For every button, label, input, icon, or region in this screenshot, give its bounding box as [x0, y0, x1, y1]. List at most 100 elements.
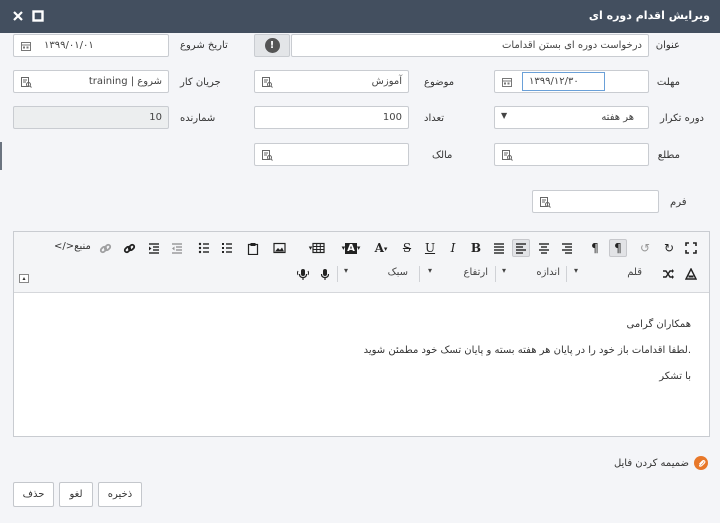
- maximize-icon[interactable]: [30, 8, 46, 24]
- align-center-icon[interactable]: [535, 239, 553, 257]
- italic-icon[interactable]: I: [444, 239, 462, 257]
- start-date-value: ۱۳۹۹/۰۱/۰۱: [44, 40, 94, 51]
- ltr-paragraph-icon[interactable]: ¶: [586, 239, 604, 257]
- editor-line: با تشکر: [659, 371, 691, 382]
- close-icon[interactable]: [10, 8, 26, 24]
- start-date-label: تاریخ شروع: [180, 40, 228, 51]
- editor-line: لطفا اقدامات باز خود را در پایان هر هفته…: [363, 345, 691, 356]
- redo-icon[interactable]: ↻: [660, 239, 678, 257]
- shuffle-icon[interactable]: [659, 265, 677, 283]
- divider: [419, 266, 420, 282]
- workflow-value: training | شروع: [88, 76, 162, 87]
- lookup-icon[interactable]: [261, 149, 273, 161]
- subject-value: آموزش: [371, 76, 402, 87]
- special-char-icon[interactable]: [682, 265, 700, 283]
- deadline-input[interactable]: ۱۳۹۹/۱۲/۳۰: [494, 70, 649, 93]
- paperclip-icon: [694, 456, 708, 470]
- code-icon: </>: [54, 241, 75, 252]
- bullet-list-icon[interactable]: [195, 239, 213, 257]
- voice-recognition-icon[interactable]: [294, 265, 312, 283]
- align-right-icon[interactable]: [558, 239, 576, 257]
- repeat-label: دوره تکرار: [660, 113, 704, 124]
- image-icon[interactable]: [270, 239, 288, 257]
- font-color-icon[interactable]: A ▾: [372, 239, 390, 257]
- form-input[interactable]: [532, 190, 659, 213]
- font-select[interactable]: ▾ قلم: [574, 265, 642, 283]
- owner-input[interactable]: [254, 143, 409, 166]
- lookup-icon[interactable]: [539, 196, 551, 208]
- underline-icon[interactable]: U: [421, 239, 439, 257]
- info-button[interactable]: !: [254, 34, 290, 57]
- highlight-color-icon[interactable]: ▾ A ▾: [336, 239, 366, 257]
- info-icon: !: [264, 38, 280, 53]
- rich-text-editor[interactable]: ↻ ↺ ¶ ¶ B I U S A ▾ ▾ A ▾ ▾ </>منبع ▾ قل…: [13, 231, 710, 437]
- calendar-icon[interactable]: [501, 76, 513, 88]
- calendar-icon[interactable]: [20, 40, 32, 52]
- side-handle: [0, 142, 2, 170]
- lookup-icon[interactable]: [20, 76, 32, 88]
- deadline-label: مهلت: [656, 77, 680, 88]
- divider: [495, 266, 496, 282]
- attach-file-label: ضمیمه کردن فایل: [613, 457, 689, 469]
- dropdown-caret-icon: ▾: [428, 266, 433, 275]
- subject-input[interactable]: آموزش: [254, 70, 409, 93]
- attach-file-link[interactable]: ضمیمه کردن فایل: [614, 456, 708, 470]
- count-input[interactable]: 100: [254, 106, 409, 129]
- owner-label: مالک: [432, 150, 453, 161]
- lookup-icon[interactable]: [261, 76, 273, 88]
- indent-icon[interactable]: [145, 239, 163, 257]
- deadline-focus: ۱۳۹۹/۱۲/۳۰: [522, 72, 605, 91]
- microphone-icon[interactable]: [316, 265, 334, 283]
- justify-icon[interactable]: [490, 239, 508, 257]
- edit-periodic-action-dialog: ویرایش اقدام دوره ای عنوان درخواست دوره …: [0, 0, 720, 523]
- workflow-label: جریان کار: [180, 77, 221, 88]
- delete-button[interactable]: حذف: [13, 482, 54, 507]
- repeat-value: هر هفته: [601, 112, 634, 123]
- counter-label: شمارنده: [180, 113, 216, 124]
- dropdown-caret-icon: ▼: [501, 111, 508, 120]
- paste-icon[interactable]: [244, 239, 262, 257]
- source-label: منبع: [74, 241, 91, 252]
- rtl-paragraph-icon[interactable]: ¶: [609, 239, 627, 257]
- undo-icon[interactable]: ↺: [636, 239, 654, 257]
- bold-icon[interactable]: B: [467, 239, 485, 257]
- fullscreen-icon[interactable]: [682, 239, 700, 257]
- height-select[interactable]: ▾ ارتفاع: [428, 265, 488, 283]
- count-label: تعداد: [424, 113, 445, 124]
- strikethrough-icon[interactable]: S: [398, 239, 416, 257]
- source-button[interactable]: </>منبع: [54, 241, 91, 252]
- repeat-select[interactable]: هر هفته ▼: [494, 106, 649, 129]
- subject-label: موضوع: [424, 77, 455, 88]
- form-label: فرم: [670, 197, 687, 208]
- start-date-input[interactable]: ۱۳۹۹/۰۱/۰۱: [13, 34, 169, 57]
- title-label: عنوان: [655, 40, 680, 51]
- deadline-value: ۱۳۹۹/۱۲/۳۰: [529, 76, 579, 87]
- lookup-icon[interactable]: [501, 149, 513, 161]
- dialog-title: ویرایش اقدام دوره ای: [588, 9, 710, 22]
- save-button[interactable]: ذخیره: [98, 482, 142, 507]
- size-select[interactable]: ▾ اندازه: [502, 265, 560, 283]
- table-icon[interactable]: ▾: [304, 239, 330, 257]
- dropdown-caret-icon: ▾: [502, 266, 507, 275]
- align-left-icon[interactable]: [512, 239, 530, 257]
- title-value: درخواست دوره ای بستن اقدامات: [501, 40, 642, 51]
- ordered-list-icon[interactable]: [218, 239, 236, 257]
- link-icon[interactable]: [120, 239, 138, 257]
- title-input[interactable]: درخواست دوره ای بستن اقدامات: [291, 34, 649, 57]
- editor-content[interactable]: همکاران گرامی لطفا اقدامات باز خود را در…: [364, 312, 691, 390]
- cancel-button[interactable]: لغو: [59, 482, 93, 507]
- outdent-icon[interactable]: [168, 239, 186, 257]
- unlink-icon[interactable]: [96, 239, 114, 257]
- counter-value: 10: [149, 112, 162, 123]
- workflow-input[interactable]: training | شروع: [13, 70, 169, 93]
- style-select[interactable]: ▾ سبک: [344, 265, 408, 283]
- notify-input[interactable]: [494, 143, 649, 166]
- divider: [566, 266, 567, 282]
- count-value: 100: [382, 112, 402, 123]
- editor-line: همکاران گرامی: [626, 319, 691, 330]
- editor-toolbar: ↻ ↺ ¶ ¶ B I U S A ▾ ▾ A ▾ ▾ </>منبع ▾ قل…: [14, 232, 709, 293]
- dropdown-caret-icon: ▾: [344, 266, 349, 275]
- collapse-toolbar-icon[interactable]: ▴: [19, 274, 29, 283]
- notify-label: مطلع: [657, 150, 680, 161]
- divider: [337, 266, 338, 282]
